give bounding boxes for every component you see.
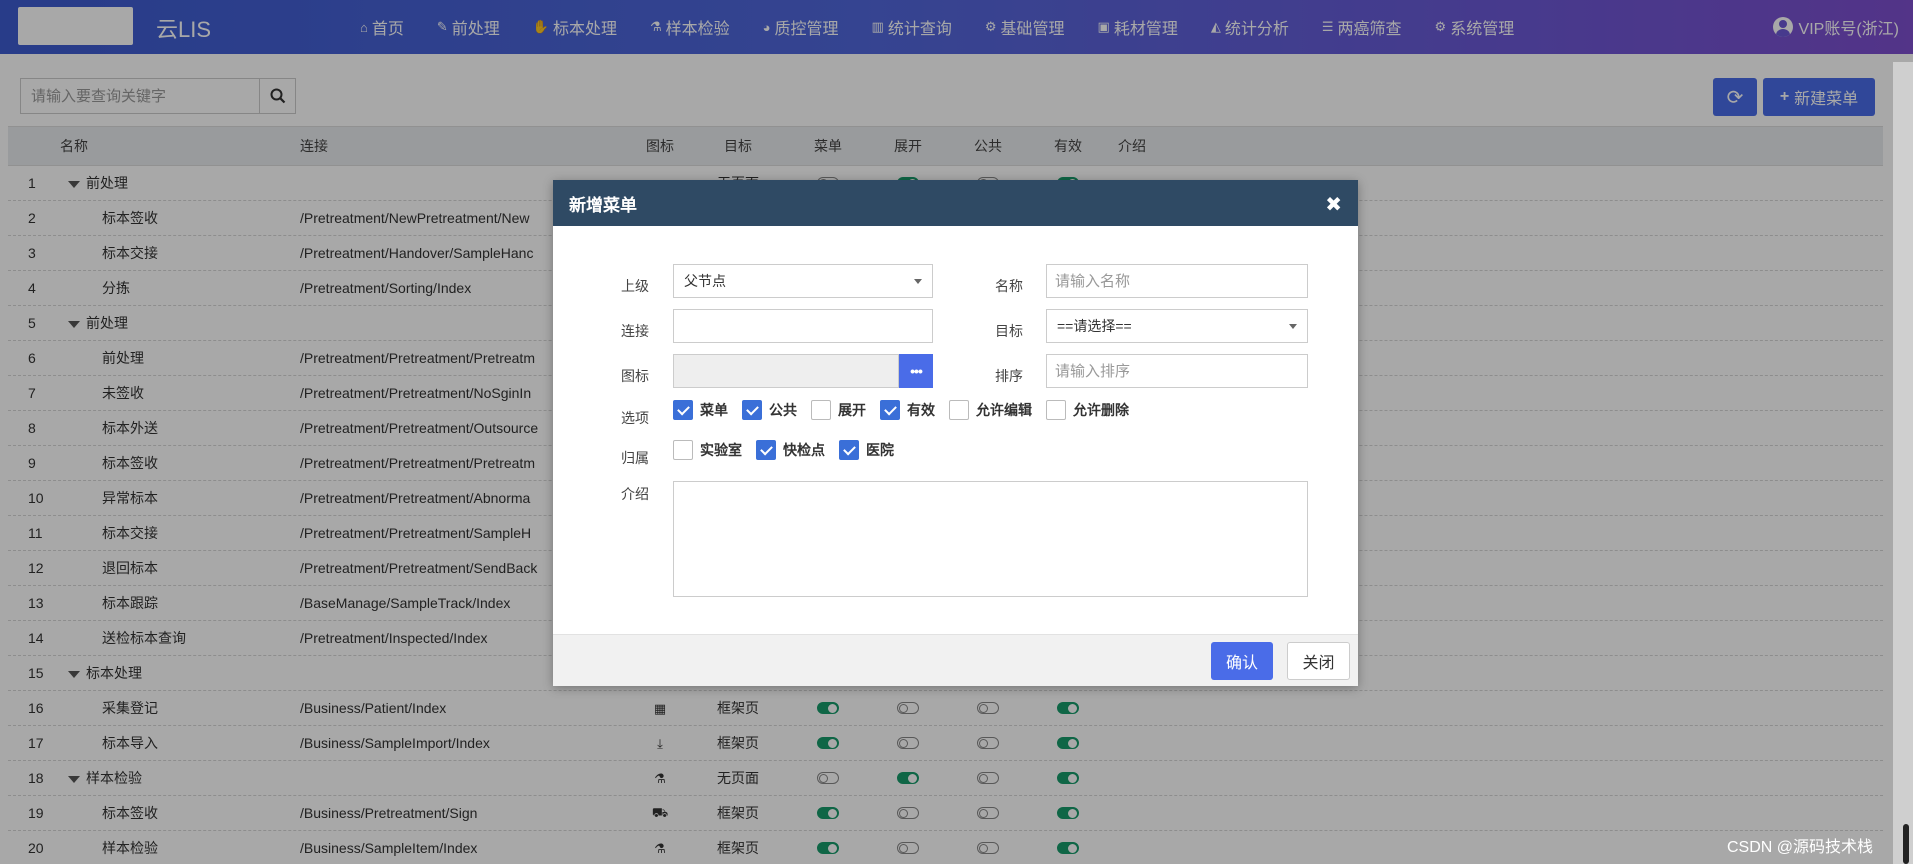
icon-label: 图标 [621,368,649,384]
checkbox-box[interactable] [949,400,969,420]
checkbox-options-4[interactable]: 允许编辑 [949,400,1032,420]
checkbox-label: 菜单 [700,402,728,418]
name-input[interactable] [1046,264,1308,298]
sort-label: 排序 [995,368,1023,384]
name-label: 名称 [995,278,1023,294]
checkbox-label: 允许删除 [1073,402,1129,418]
intro-textarea[interactable] [673,481,1308,597]
sort-input[interactable] [1046,354,1308,388]
checkbox-label: 允许编辑 [976,402,1032,418]
checkbox-label: 快检点 [783,442,825,458]
checkbox-box[interactable] [839,440,859,460]
checkbox-box[interactable] [880,400,900,420]
close-icon[interactable]: ✖ [1325,192,1342,217]
checkbox-belong-1[interactable]: 快检点 [756,440,825,460]
link-label: 连接 [621,323,649,339]
dialog-title: 新增菜单 [569,195,637,215]
close-button[interactable]: 关闭 [1287,642,1350,680]
belong-group: 实验室 快检点 医院 [673,440,908,460]
checkbox-label: 展开 [838,402,866,418]
confirm-button[interactable]: 确认 [1211,642,1273,680]
checkbox-box[interactable] [673,400,693,420]
checkbox-box[interactable] [756,440,776,460]
options-group: 菜单 公共 展开 有效 允许编辑 允许删除 [673,400,1143,420]
scrollbar-thumb[interactable] [1903,824,1909,864]
dialog-header: 新增菜单 ✖ [553,180,1358,226]
new-menu-dialog: 新增菜单 ✖ 上级 父节点 名称 连接 目标 ==请选择== 图标 ••• 排序… [553,180,1358,686]
checkbox-box[interactable] [673,440,693,460]
parent-select-value: 父节点 [684,273,726,289]
dialog-body: 上级 父节点 名称 连接 目标 ==请选择== 图标 ••• 排序 选项 菜单 公… [553,226,1358,614]
checkbox-box[interactable] [811,400,831,420]
checkbox-options-5[interactable]: 允许删除 [1046,400,1129,420]
checkbox-belong-2[interactable]: 医院 [839,440,894,460]
checkbox-options-2[interactable]: 展开 [811,400,866,420]
checkbox-label: 公共 [769,402,797,418]
target-select[interactable]: ==请选择== [1046,309,1308,343]
target-label: 目标 [995,323,1023,339]
checkbox-box[interactable] [1046,400,1066,420]
scrollbar-track[interactable] [1893,62,1913,864]
checkbox-label: 有效 [907,402,935,418]
checkbox-belong-0[interactable]: 实验室 [673,440,742,460]
checkbox-options-3[interactable]: 有效 [880,400,935,420]
parent-label: 上级 [621,278,649,294]
options-label: 选项 [621,410,649,426]
dialog-footer: 确认 关闭 [553,634,1358,686]
watermark: CSDN @源码技术栈 [1727,839,1874,856]
checkbox-options-0[interactable]: 菜单 [673,400,728,420]
checkbox-label: 实验室 [700,442,742,458]
intro-label: 介绍 [621,486,649,502]
icon-picker-button[interactable]: ••• [899,354,933,388]
chevron-down-icon [1289,324,1297,329]
ellipsis-icon: ••• [910,363,923,379]
icon-field [673,354,899,388]
checkbox-box[interactable] [742,400,762,420]
checkbox-label: 医院 [866,442,894,458]
parent-select[interactable]: 父节点 [673,264,933,298]
link-input[interactable] [673,309,933,343]
target-select-value: ==请选择== [1057,318,1132,334]
checkbox-options-1[interactable]: 公共 [742,400,797,420]
chevron-down-icon [914,279,922,284]
belong-label: 归属 [621,450,649,466]
